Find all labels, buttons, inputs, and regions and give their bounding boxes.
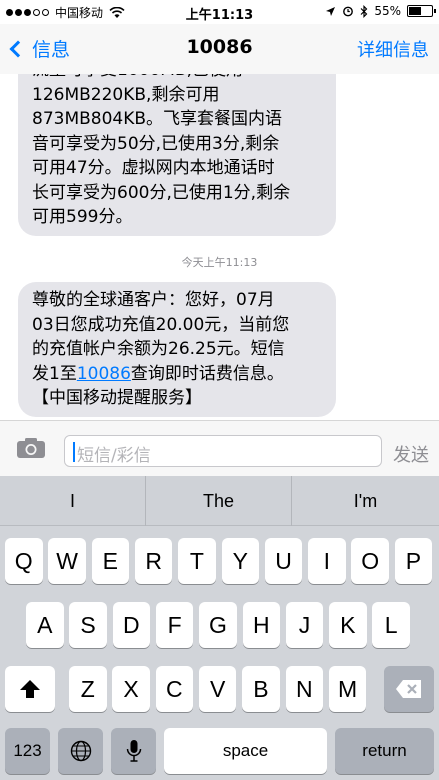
message-bubble-received[interactable]: 尊敬的全球通客户：您好，07月 03日您成功充值20.00元，当前您 的充值帐户… [18,282,336,417]
message-input-placeholder: 短信/彩信 [77,446,151,466]
key-t[interactable]: T [178,538,216,584]
key-l[interactable]: L [372,602,410,648]
key-j[interactable]: J [285,602,324,648]
key-f-label: F [167,612,182,638]
space-key-label: space [222,741,269,760]
key-w[interactable]: W [48,538,86,584]
key-o[interactable]: O [351,538,389,584]
status-right: 55% [325,4,436,18]
key-u-label: U [275,548,292,574]
key-a-label: A [37,612,53,638]
key-b[interactable]: B [242,666,280,712]
key-c[interactable]: C [155,666,194,712]
key-y-label: Y [232,548,248,574]
microphone-icon [126,740,141,762]
message-timestamp: 今天上午11:13 [181,256,258,269]
prediction-suggestion[interactable]: I [0,476,146,526]
battery-icon [407,5,436,17]
shift-icon [20,680,40,698]
key-d-label: D [123,612,140,638]
key-z-label: Z [80,676,95,702]
numbers-key[interactable]: 123 [5,728,50,774]
message-list[interactable]: 流量可享受1000MB,已使用 126MB220KB,剩余可用 873MB804… [0,74,439,420]
key-o-label: O [361,548,380,574]
message-input[interactable]: 短信/彩信 [64,435,382,467]
key-h[interactable]: H [242,602,280,648]
compose-bar: 短信/彩信 发送 [0,420,439,476]
camera-icon[interactable] [16,437,46,459]
key-n-label: N [295,676,313,702]
text-cursor [73,442,75,462]
key-z[interactable]: Z [69,666,107,712]
message-bubble-received[interactable]: 流量可享受1000MB,已使用 126MB220KB,剩余可用 873MB804… [18,74,336,236]
chevron-left-icon [9,40,27,57]
navigation-bar: 信息 10086 详细信息 [0,24,439,74]
key-x-label: X [123,676,139,702]
key-f[interactable]: F [155,602,194,648]
key-p-label: P [405,548,422,574]
key-v-label: V [209,676,226,702]
key-g-label: G [208,612,227,638]
return-key[interactable]: return [335,728,434,774]
key-p[interactable]: P [394,538,433,584]
microphone-key[interactable] [111,728,156,774]
key-s-label: S [80,612,96,638]
back-button[interactable]: 信息 [8,35,70,62]
send-button[interactable]: 发送 [393,441,429,467]
status-bar: 中国移动 上午11:13 55% [0,0,439,24]
key-e[interactable]: E [91,538,130,584]
key-y[interactable]: Y [221,538,259,584]
delete-key[interactable] [384,666,434,712]
key-c-label: C [166,676,183,702]
key-j-label: J [298,612,311,638]
key-l-label: L [384,612,398,638]
key-r[interactable]: R [134,538,173,584]
key-u[interactable]: U [264,538,303,584]
battery-percent: 55% [374,4,401,18]
delete-icon [396,680,421,698]
globe-icon [70,740,91,762]
globe-key[interactable] [58,728,103,774]
key-m[interactable]: M [328,666,367,712]
key-i[interactable]: I [308,538,346,584]
key-s[interactable]: S [69,602,107,648]
key-v[interactable]: V [198,666,237,712]
key-b-label: B [253,676,269,702]
prediction-suggestion[interactable]: I'm [292,476,439,526]
prediction-suggestion[interactable]: The [146,476,292,526]
numbers-key-label: 123 [13,741,42,760]
key-m-label: M [337,676,358,702]
phone-number-link[interactable]: 10086 [77,364,131,384]
keyboard: I The I'm Q W E R T Y U I O P A S D F G H J K L Z X C V B N M 123 s… [0,476,439,780]
bluetooth-icon [360,4,368,18]
alarm-icon [343,6,354,17]
key-e-label: E [102,548,119,574]
details-button[interactable]: 详细信息 [357,36,429,62]
key-h-label: H [252,612,270,638]
key-g[interactable]: G [199,602,237,648]
key-q-label: Q [14,548,33,574]
predictive-bar: I The I'm [0,476,439,526]
key-n[interactable]: N [285,666,323,712]
key-q[interactable]: Q [5,538,43,584]
key-x[interactable]: X [112,666,150,712]
location-icon [326,6,336,16]
shift-key[interactable] [5,666,55,712]
back-button-label: 信息 [32,39,71,61]
return-key-label: return [362,741,407,760]
key-i-label: I [323,548,331,574]
space-key[interactable]: space [164,728,327,774]
key-t-label: T [189,548,204,574]
key-r-label: R [145,548,162,574]
key-k[interactable]: K [329,602,367,648]
key-k-label: K [340,612,356,638]
key-a[interactable]: A [26,602,64,648]
key-w-label: W [56,548,78,574]
key-d[interactable]: D [112,602,151,648]
